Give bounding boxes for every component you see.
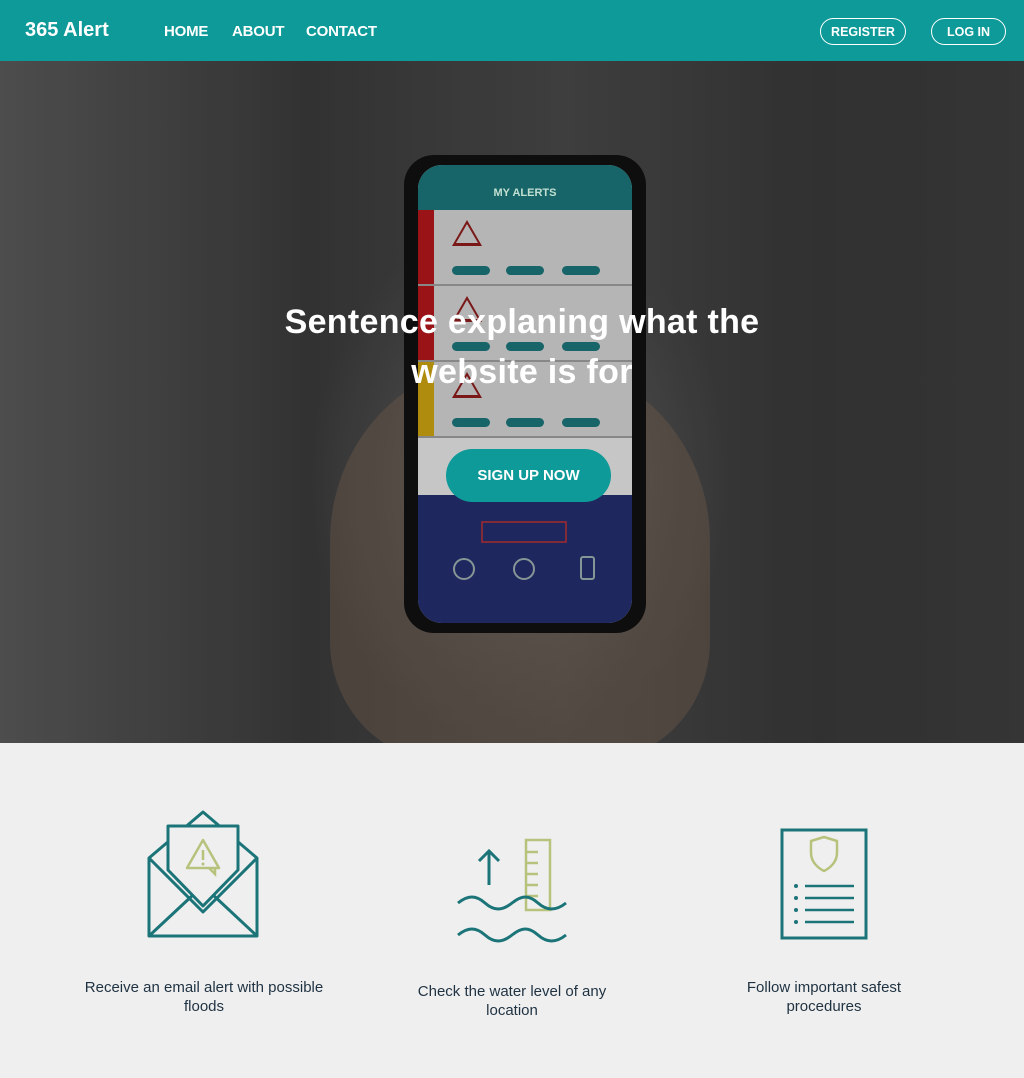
nav-link-contact[interactable]: CONTACT — [306, 23, 377, 40]
nav-link-home[interactable]: HOME — [164, 23, 208, 40]
hero-section: MY ALERTS Sentence explaning what the we… — [0, 61, 1024, 743]
brand-logo[interactable]: 365 Alert — [25, 19, 109, 42]
email-alert-icon — [146, 810, 261, 945]
hero-overlay — [0, 61, 1024, 743]
water-level-icon — [456, 837, 568, 950]
feature-text-safety: Follow important safest procedures — [746, 979, 902, 1015]
nav-link-about[interactable]: ABOUT — [232, 23, 285, 40]
login-button[interactable]: LOG IN — [931, 18, 1006, 45]
feature-text-water-level: Check the water level of any location — [417, 983, 607, 1019]
safety-procedures-icon — [780, 828, 868, 945]
sign-up-button[interactable]: SIGN UP NOW — [446, 449, 611, 502]
feature-text-email-alert: Receive an email alert with possible flo… — [84, 979, 324, 1015]
hero-title: Sentence explaning what the website is f… — [284, 303, 760, 391]
top-navbar: 365 Alert HOME ABOUT CONTACT REGISTER LO… — [0, 0, 1024, 61]
register-button[interactable]: REGISTER — [820, 18, 906, 45]
